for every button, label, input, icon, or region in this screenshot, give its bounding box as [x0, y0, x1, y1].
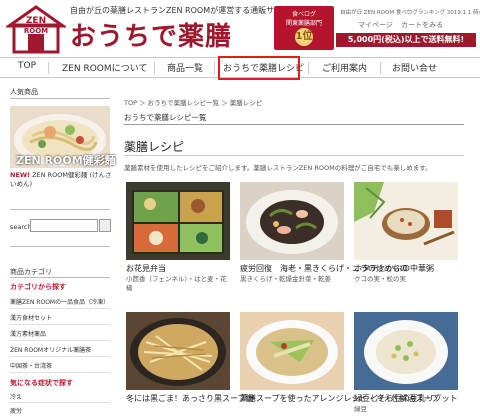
intro-text: 薬膳素材を使用したレシピをご紹介します。薬膳レストランZEN ROOMの料理がご… — [124, 164, 432, 172]
shrimp-stirfry-image — [240, 182, 344, 260]
recipe-ingredients: 小茴香（フェンネル）・はと麦・花椒 — [126, 275, 227, 292]
sidebar: 人気商品 ZEN ROOM健彩麺 NEW! ZEN ROOM健彩麺 (けんさいめ… — [0, 84, 116, 417]
search-button[interactable] — [99, 219, 111, 232]
symptom-link[interactable]: 冷え — [10, 392, 22, 401]
category-divider — [10, 402, 110, 403]
category-link[interactable]: 漢方食材セット — [10, 313, 52, 322]
category-divider — [10, 324, 110, 325]
section-divider — [124, 155, 464, 156]
sidebar-divider — [10, 246, 110, 247]
logo[interactable]: ZEN ROOM — [4, 4, 68, 54]
symptom-search-heading: 気になる症状で探す — [10, 379, 73, 387]
popular-product-caption: ZEN ROOM健彩麺 — [16, 154, 116, 167]
bento-image — [126, 182, 230, 260]
ranking-badge-line2: 関東薬膳部門 — [285, 20, 322, 27]
soup-bowl-image — [240, 312, 344, 390]
category-divider — [10, 356, 110, 357]
category-search-heading: カテゴリから探す — [10, 283, 66, 291]
breadcrumb[interactable]: TOP ＞ おうちで薬膳レシピ一覧 ＞ 薬膳レシピ — [124, 97, 262, 107]
recipe-thumbnail[interactable] — [126, 312, 230, 390]
nav-divider — [308, 62, 309, 74]
ranking-badge: 食べログ 関東薬膳部門 1位 — [274, 6, 334, 50]
product-category-title: 商品カテゴリ — [10, 268, 52, 276]
new-product-text[interactable]: NEW! ZEN ROOM健彩麺 (けんさいめん) — [10, 171, 112, 189]
recipe-thumbnail[interactable] — [354, 312, 458, 390]
recipe-thumbnail[interactable] — [240, 312, 344, 390]
nav-active-highlight — [218, 56, 300, 80]
svg-text:ROOM: ROOM — [24, 27, 48, 35]
recipe-ingredients: 黒きくらげ・乾燥金針菜・乾姜 — [240, 275, 331, 283]
sidebar-divider — [10, 98, 110, 99]
nav-item-top[interactable]: TOP — [18, 61, 36, 71]
search-label: search — [10, 223, 32, 231]
risotto-image — [354, 312, 458, 390]
search-input[interactable] — [30, 219, 98, 232]
free-shipping-banner: 5,000円(税込)以上で送料無料! — [336, 33, 476, 47]
nav-divider — [48, 62, 49, 74]
svg-text:ZEN: ZEN — [26, 16, 46, 26]
utility-links: マイページ カートをみる — [352, 20, 443, 30]
nav-divider — [380, 62, 381, 74]
site-header: ZEN ROOM 自由が丘の薬膳レストランZEN ROOMが運営する通販サイト … — [0, 0, 480, 56]
recipe-thumbnail[interactable] — [354, 182, 458, 260]
porridge-image — [354, 182, 458, 260]
recipe-title[interactable]: ホタテとかぶの中華粥 — [354, 263, 434, 274]
recipe-title[interactable]: 冬には黒ごま！あっさり黒スープ鍋 — [126, 393, 254, 404]
nav-item-contact[interactable]: お問い合せ — [392, 61, 437, 74]
category-divider — [10, 372, 110, 373]
nav-item-guide[interactable]: ご利用案内 — [322, 61, 367, 74]
category-divider — [10, 308, 110, 309]
logo-house-icon: ZEN ROOM — [4, 5, 68, 54]
page-title: おうちで薬膳レシピ一覧 — [124, 113, 207, 122]
recipe-ingredients: クコの実・松の実 — [354, 275, 406, 283]
title-divider — [124, 124, 464, 125]
category-link[interactable]: ZEN ROOMオリジナル薬膳茶 — [10, 345, 91, 354]
sidebar-divider — [10, 209, 110, 210]
category-link[interactable]: 漢方素材薬品 — [10, 329, 46, 338]
category-link[interactable]: 薬膳ZEN ROOMの一品食品（冷凍） — [10, 297, 109, 306]
ranking-badge-line1: 食べログ — [291, 11, 316, 18]
cart-link[interactable]: カートをみる — [401, 21, 443, 29]
recipe-ingredients: 緑豆 — [354, 405, 367, 413]
recipe-thumbnail[interactable] — [126, 182, 230, 260]
ranking-note: 自由が丘 ZEN ROOM 食べログランキング 2019.1.1 時点 — [340, 10, 480, 16]
main-content: TOP ＞ おうちで薬膳レシピ一覧 ＞ 薬膳レシピ おうちで薬膳レシピ一覧 薬膳… — [124, 84, 480, 417]
page: ZEN ROOM 自由が丘の薬膳レストランZEN ROOMが運営する通販サイト … — [0, 0, 480, 417]
mypage-link[interactable]: マイページ — [358, 21, 393, 29]
new-badge: NEW! — [10, 171, 31, 179]
site-brand-title[interactable]: おうちで薬膳 — [70, 16, 232, 53]
section-title: 薬膳レシピ — [124, 140, 185, 154]
sidebar-divider — [10, 277, 110, 278]
category-link[interactable]: 中国茶・台湾茶 — [10, 361, 52, 370]
nav-item-about[interactable]: ZEN ROOMについて — [62, 61, 147, 74]
black-soup-pot-image — [126, 312, 230, 390]
nav-divider — [154, 62, 155, 74]
recipe-thumbnail[interactable] — [240, 182, 344, 260]
nav-item-products[interactable]: 商品一覧 — [167, 61, 203, 74]
symptom-link[interactable]: 疲労 — [10, 406, 22, 415]
recipe-title[interactable]: 緑豆とそら豆の豆乳リゾット — [354, 393, 458, 404]
category-divider — [10, 340, 110, 341]
site-tagline: 自由が丘の薬膳レストランZEN ROOMが運営する通販サイト — [70, 6, 291, 15]
ranking-medal-icon: 1位 — [295, 28, 313, 46]
nav-divider — [214, 62, 215, 74]
popular-products-title: 人気商品 — [10, 88, 38, 96]
recipe-title[interactable]: お花見弁当 — [126, 263, 166, 274]
global-nav: TOP ZEN ROOMについて 商品一覧 おうちで薬膳レシピ ご利用案内 お問… — [0, 56, 480, 80]
